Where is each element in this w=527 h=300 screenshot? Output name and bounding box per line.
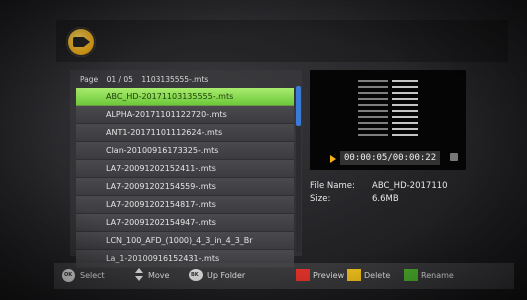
ok-button-icon: OK [62,269,75,282]
playback-timebar: 00:00:05/00:00:22 [316,150,466,166]
file-list-item[interactable]: ANT1-20171101112624-.mts [76,124,294,142]
yellow-key-icon [347,269,361,281]
file-name-value: ABC_HD-2017110 [372,181,448,191]
camera-lens [85,38,90,46]
move-hint[interactable]: Move [148,271,169,280]
playback-time: 00:00:05/00:00:22 [340,151,441,165]
rename-hint[interactable]: Rename [421,271,454,280]
red-key-icon [296,269,310,281]
file-list-item[interactable]: LCN_100_AFD_(1000)_4_3_in_4_3_Br [76,232,294,250]
credit-line [318,132,458,138]
file-list-item[interactable]: ALPHA-20171101122720-.mts [76,106,294,124]
subtitle-icon [450,153,458,161]
file-list-item[interactable]: Clan-20100916173325-.mts [76,142,294,160]
size-value: 6.6MB [372,194,399,204]
header-bar [56,20,508,62]
file-info: File Name: ABC_HD-2017110 Size: 6.6MB [310,180,448,206]
file-list-item[interactable]: LA7-20091202152411-.mts [76,160,294,178]
select-hint[interactable]: Select [80,271,105,280]
file-list-item[interactable]: LA7-20091202154559-.mts [76,178,294,196]
file-list-item[interactable]: LA7-20091202154947-.mts [76,214,294,232]
media-player-camera-icon [66,27,96,57]
delete-hint[interactable]: Delete [364,271,390,280]
green-key-icon [404,269,418,281]
current-file-label: 1103135555-.mts [141,75,209,84]
page-label: Page [80,75,99,84]
preview-credits [318,78,458,138]
file-name-label: File Name: [310,181,355,191]
file-list: ABC_HD-20171103135555-.mts ALPHA-20171101… [76,88,294,268]
preview-hint[interactable]: Preview [313,271,344,280]
play-icon [330,155,336,163]
up-folder-hint[interactable]: Up Folder [207,271,245,280]
size-label: Size: [310,194,331,204]
up-down-arrows-icon [134,268,144,282]
back-button-icon: BK [189,269,203,281]
file-list-item[interactable]: ABC_HD-20171103135555-.mts [76,88,294,106]
camera-body [73,37,85,47]
scrollbar-thumb[interactable] [296,86,301,126]
page-indicator: Page 01 / 05 1103135555-.mts [80,75,214,84]
screen: Page 01 / 05 1103135555-.mts ABC_HD-2017… [0,0,527,300]
file-list-item[interactable]: LA7-20091202154817-.mts [76,196,294,214]
page-value: 01 / 05 [106,75,133,84]
